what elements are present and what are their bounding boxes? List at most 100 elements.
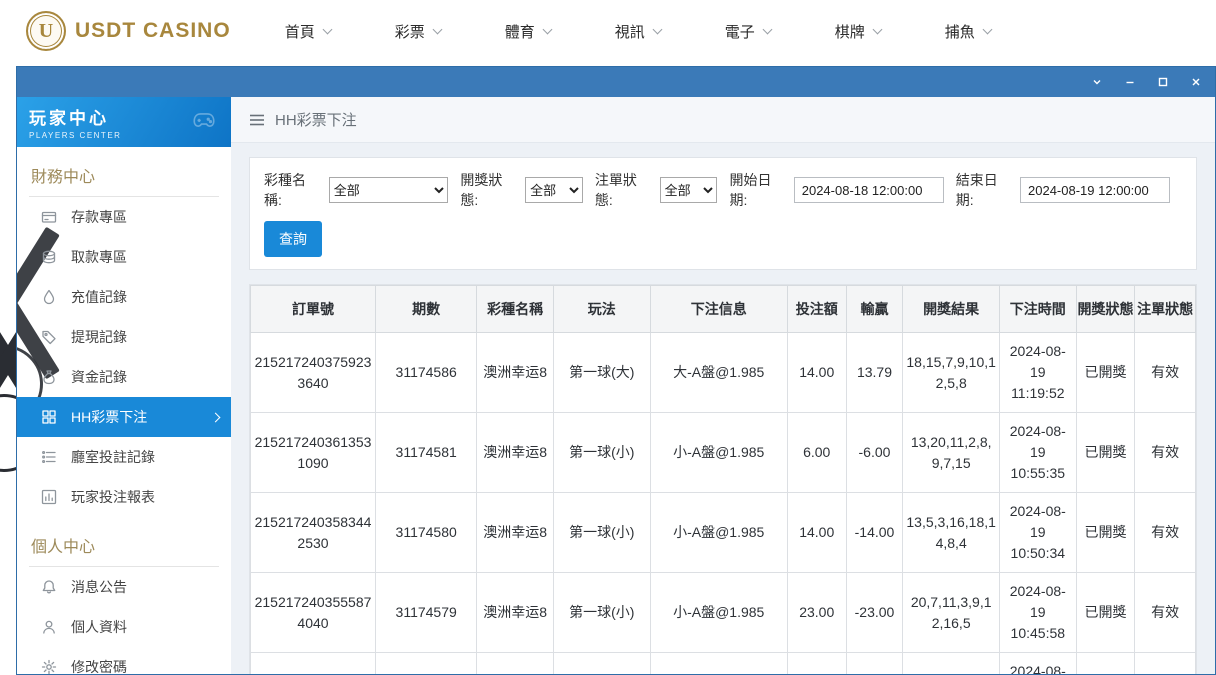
menu-icon[interactable] [249,113,265,127]
nav-item-6[interactable]: 棋牌 [834,21,883,42]
col-header-10: 開獎狀態 [1075,285,1136,333]
table-cell: 6.00 [786,412,847,493]
window-maximize-icon[interactable] [1156,75,1170,89]
table-cell: 14.00 [786,492,847,573]
cashout-record-icon [41,329,57,345]
chevron-down-icon [652,24,663,34]
sidebar-item-profile[interactable]: 個人資料 [17,607,231,647]
sidebar-item-label: 資金記錄 [71,369,127,385]
table-cell: 小-A盤@1.985 [649,412,788,493]
table-cell: 2152172403583442530 [250,492,376,573]
nav-item-7[interactable]: 捕魚 [944,21,993,42]
sidebar-item-label: 玩家投注報表 [71,489,155,505]
sidebar-item-report[interactable]: 玩家投注報表 [17,477,231,517]
order-status-select[interactable]: 全部 [659,177,718,203]
end-date-label: 結束日期: [955,172,998,208]
sidebar-item-hall-records[interactable]: 廳室投註記錄 [17,437,231,477]
end-date-input[interactable] [1020,177,1171,203]
table-cell: 18,15,7,9,10,12,5,8 [902,332,1000,413]
table-row: 2152172403583442530 31174580 澳洲幸运8 第一球(小) 小-… [250,492,1196,573]
nav-item-4[interactable]: 視訊 [614,21,663,42]
table-cell: 2152172403759233640 [250,332,376,413]
table-cell: 澳洲幸运8 [476,332,554,413]
draw-status-select[interactable]: 全部 [525,177,583,203]
nav-item-5[interactable]: 電子 [725,21,773,42]
draw-status-filter: 開獎狀態: 全部 [460,170,583,210]
lottery-name-select[interactable]: 全部 [328,177,449,203]
start-date-input[interactable] [793,177,944,203]
funds-record-icon [41,369,57,385]
table-cell: 已開獎 [1075,572,1136,653]
sidebar-item-cashout-record[interactable]: 提現記錄 [17,317,231,357]
table-cell: 有效 [1134,572,1196,653]
col-header-8: 開獎結果 [902,285,1000,333]
sidebar-item-deposit[interactable]: 存款專區 [17,197,231,237]
table-cell: 有效 [1134,332,1196,413]
lottery-bets-icon [41,409,57,425]
table-cell: 第一球(小) [553,412,651,493]
nav-item-label: 體育 [504,23,535,41]
sidebar-item-withdraw[interactable]: 取款專區 [17,237,231,277]
nav-item-3[interactable]: 體育 [504,21,553,42]
sidebar-item-label: 消息公告 [71,579,127,595]
window-minimize-icon[interactable] [1123,75,1137,89]
sidebar-item-bell[interactable]: 消息公告 [17,567,231,607]
sidebar-item-password[interactable]: 修改密碼 [17,647,231,674]
main-nav: 首頁 彩票 體育 視訊 電子 棋牌 捕魚 [284,21,993,42]
withdraw-icon [41,249,57,265]
window-close-icon[interactable] [1189,75,1203,89]
table-cell: 2024-08-19 10:45:58 [998,572,1077,653]
nav-item-label: 捕魚 [944,23,975,41]
nav-item-label: 棋牌 [834,23,865,41]
chevron-down-icon [982,24,993,34]
report-icon [41,489,57,505]
table-cell: 有效 [1134,412,1196,493]
col-header-4: 玩法 [553,285,651,333]
table-cell: 2152172403523127060 [250,652,376,674]
table-cell: 2024-08-19 10:50:34 [998,492,1077,573]
top-nav: U USDT CASINO 首頁 彩票 體育 視訊 電子 棋牌 捕魚 [0,0,1216,62]
sidebar-item-lottery-bets[interactable]: HH彩票下注 [17,397,231,437]
table-cell: 第一球(小) [553,652,651,674]
table-cell: 13.79 [845,332,904,413]
table-cell: 澳洲幸运8 [476,652,554,674]
deposit-icon [41,209,57,225]
password-icon [41,659,57,674]
sidebar-item-recharge-record[interactable]: 充值記錄 [17,277,231,317]
table-cell: 13,5,3,16,18,14,8,4 [902,492,1000,573]
background-watermark [0,285,16,485]
col-header-2: 期數 [374,285,478,333]
page-title: HH彩票下注 [275,112,357,129]
nav-item-label: 視訊 [614,23,645,41]
col-header-3: 彩種名稱 [476,285,554,333]
table-cell: 14.00 [786,332,847,413]
sidebar-item-label: 修改密碼 [71,659,127,674]
logo: U USDT CASINO [26,11,231,51]
sidebar-item-label: 取款專區 [71,249,127,265]
table-cell: 第一球(小) [553,572,651,653]
lottery-name-label: 彩種名稱: [264,172,306,208]
sidebar-item-label: HH彩票下注 [71,409,148,425]
bell-icon [41,579,57,595]
nav-item-label: 首頁 [284,23,315,41]
window-collapse-icon[interactable] [1090,75,1104,89]
search-button[interactable]: 查詢 [264,221,322,257]
table-cell: 14.00 [786,652,847,674]
table-cell: 已開獎 [1075,652,1136,674]
table-row: 2152172403555874040 31174579 澳洲幸运8 第一球(小) 小-… [250,572,1196,653]
table-cell: 23.00 [786,572,847,653]
table-row: 2152172403759233640 31174586 澳洲幸运8 第一球(大) 大-… [250,332,1196,413]
table-cell: 已開獎 [1075,412,1136,493]
nav-item-2[interactable]: 彩票 [395,21,443,42]
col-header-5: 下注信息 [649,285,788,333]
recharge-record-icon [41,289,57,305]
nav-item-1[interactable]: 首頁 [284,21,333,42]
chevron-right-icon [210,412,221,422]
chevron-down-icon [872,24,883,34]
col-header-1: 訂單號 [250,285,376,333]
sidebar-item-funds-record[interactable]: 資金記錄 [17,357,231,397]
bets-table: 訂單號 期數 彩種名稱 玩法 下注信息 投注額 輸贏 開獎結果 下注時間 開獎狀態 注單狀態 2152… [250,285,1196,674]
col-header-7: 輸贏 [845,285,904,333]
breadcrumb: HH彩票下注 [231,97,1215,143]
start-date-filter: 開始日期: [729,170,944,210]
